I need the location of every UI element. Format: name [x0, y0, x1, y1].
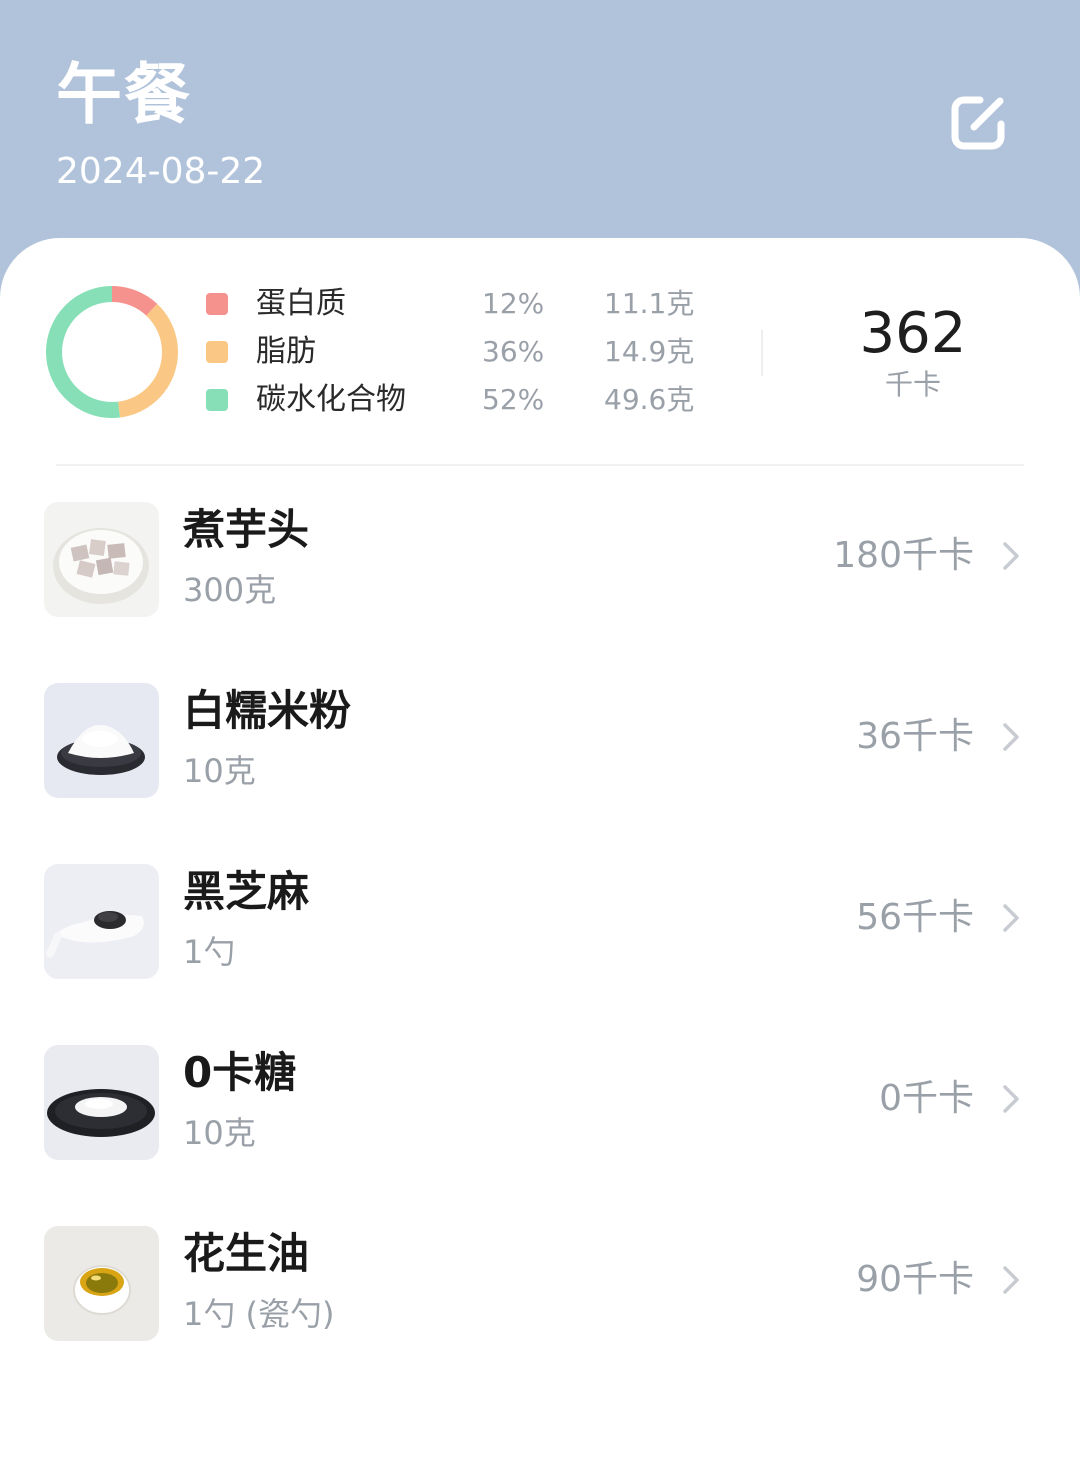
food-amount: 300克	[183, 571, 277, 609]
macro-grams: 11.1克	[604, 287, 695, 320]
total-calories-unit: 千卡	[884, 368, 941, 401]
macro-grams: 49.6克	[604, 383, 695, 416]
rice-flour-image	[44, 683, 159, 798]
macro-percent: 52%	[482, 383, 545, 416]
food-calories: 90千卡	[856, 1259, 974, 1300]
macro-row-protein: 蛋白质 12% 11.1克	[206, 284, 726, 324]
meal-title: 午餐	[56, 56, 192, 133]
total-calories: 362	[859, 301, 967, 366]
food-calories: 0千卡	[879, 1078, 974, 1119]
protein-color-swatch	[206, 293, 228, 315]
chevron-right-icon	[1003, 1266, 1019, 1294]
zero-cal-sugar-image	[44, 1045, 159, 1160]
list-item[interactable]: 煮芋头 300克 180千卡	[0, 466, 1080, 647]
chevron-right-icon	[1003, 542, 1019, 570]
food-name: 煮芋头	[183, 505, 310, 554]
list-item[interactable]: 白糯米粉 10克 36千卡	[0, 647, 1080, 828]
food-amount: 10克	[183, 1114, 256, 1152]
chevron-right-icon	[1003, 904, 1019, 932]
carbs-color-swatch	[206, 389, 228, 411]
fat-color-swatch	[206, 341, 228, 363]
chevron-right-icon	[1003, 723, 1019, 751]
food-name: 花生油	[183, 1229, 310, 1278]
food-amount: 1勺 (瓷勺)	[183, 1295, 335, 1333]
food-calories: 56千卡	[856, 897, 974, 938]
macro-name: 脂肪	[256, 334, 316, 369]
food-list: 煮芋头 300克 180千卡 白糯米粉 10克 36千卡 黑芝麻 1勺 56千卡…	[0, 466, 1080, 1371]
macro-percent: 12%	[482, 287, 545, 320]
edit-button[interactable]	[946, 90, 1016, 156]
food-amount: 1勺	[183, 933, 236, 971]
food-name: 黑芝麻	[183, 867, 310, 916]
food-name: 白糯米粉	[183, 686, 352, 735]
edit-icon	[951, 96, 1005, 150]
list-item[interactable]: 0卡糖 10克 0千卡	[0, 1009, 1080, 1190]
chevron-right-icon	[1003, 1085, 1019, 1113]
header: 午餐 2024-08-22	[0, 0, 1080, 260]
macro-name: 碳水化合物	[256, 382, 406, 417]
macro-percent: 36%	[482, 335, 545, 368]
macro-row-carbs: 碳水化合物 52% 49.6克	[206, 380, 726, 420]
summary-divider	[761, 330, 763, 376]
food-calories: 180千卡	[833, 535, 974, 576]
peanut-oil-image	[44, 1226, 159, 1341]
meal-card: 蛋白质 12% 11.1克 脂肪 36% 14.9克 碳水化合物 52% 49.…	[0, 238, 1080, 1458]
list-item[interactable]: 黑芝麻 1勺 56千卡	[0, 828, 1080, 1009]
macro-donut-chart	[46, 286, 178, 418]
nutrition-summary: 蛋白质 12% 11.1克 脂肪 36% 14.9克 碳水化合物 52% 49.…	[0, 238, 1080, 466]
black-sesame-image	[44, 864, 159, 979]
food-amount: 10克	[183, 752, 256, 790]
macro-name: 蛋白质	[256, 286, 346, 321]
taro-image	[44, 502, 159, 617]
meal-date: 2024-08-22	[56, 151, 266, 192]
food-name: 0卡糖	[183, 1048, 297, 1097]
macro-row-fat: 脂肪 36% 14.9克	[206, 332, 726, 372]
macro-grams: 14.9克	[604, 335, 695, 368]
food-calories: 36千卡	[856, 716, 974, 757]
list-item[interactable]: 花生油 1勺 (瓷勺) 90千卡	[0, 1190, 1080, 1371]
